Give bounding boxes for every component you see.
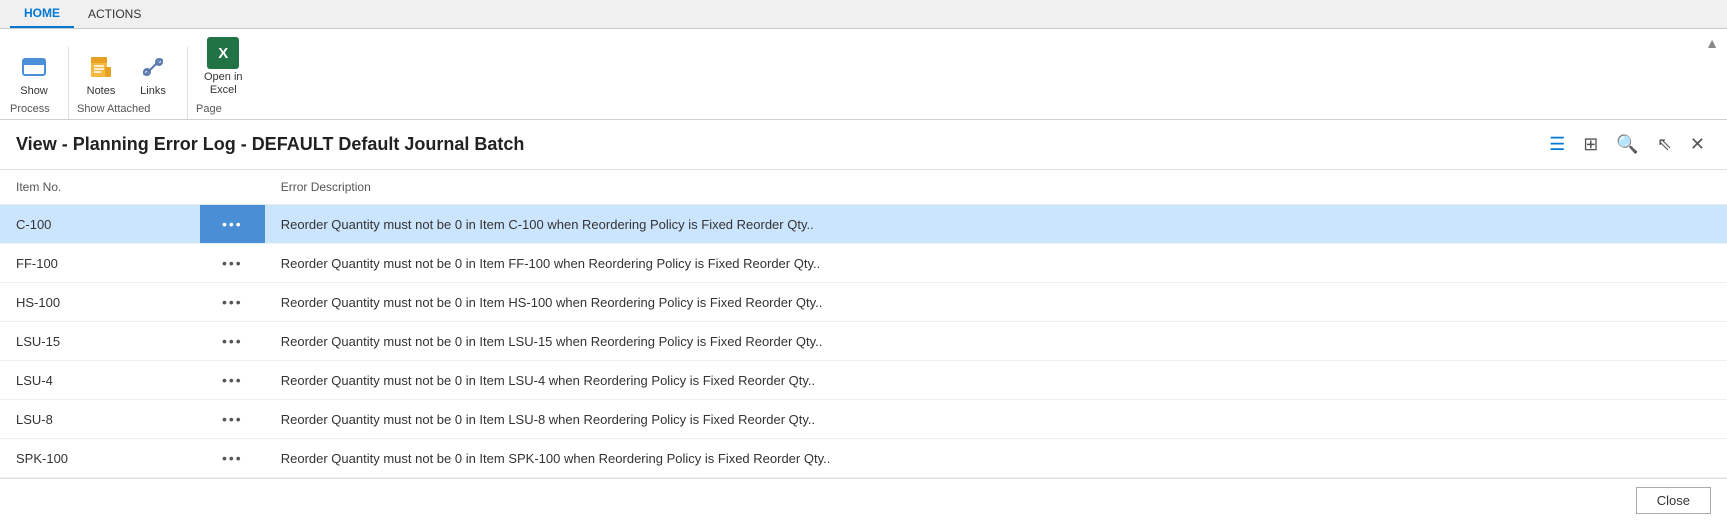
search-icon: 🔍 bbox=[1616, 134, 1638, 155]
page-title: View - Planning Error Log - DEFAULT Defa… bbox=[16, 134, 524, 155]
cell-actions[interactable]: ••• bbox=[200, 322, 265, 361]
cell-item-no: LSU-4 bbox=[0, 361, 200, 400]
cell-actions[interactable]: ••• bbox=[200, 205, 265, 244]
row-menu-button[interactable]: ••• bbox=[216, 448, 249, 468]
notes-label: Notes bbox=[87, 85, 116, 97]
cell-error-desc: Reorder Quantity must not be 0 in Item L… bbox=[265, 322, 1727, 361]
excel-icon: X bbox=[207, 37, 239, 69]
tab-home[interactable]: HOME bbox=[10, 0, 74, 28]
links-icon bbox=[137, 51, 169, 83]
row-menu-button[interactable]: ••• bbox=[216, 292, 249, 312]
row-menu-button[interactable]: ••• bbox=[216, 409, 249, 429]
close-button[interactable]: Close bbox=[1636, 487, 1711, 514]
cell-error-desc: Reorder Quantity must not be 0 in Item L… bbox=[265, 400, 1727, 439]
ribbon-group-page: X Open in Excel Page bbox=[196, 33, 261, 119]
row-menu-button[interactable]: ••• bbox=[216, 331, 249, 351]
cell-error-desc: Reorder Quantity must not be 0 in Item S… bbox=[265, 439, 1727, 478]
links-label: Links bbox=[140, 85, 166, 97]
show-icon bbox=[18, 51, 50, 83]
page-group-label: Page bbox=[196, 101, 222, 119]
footer: Close bbox=[0, 478, 1727, 522]
row-menu-button[interactable]: ••• bbox=[216, 253, 249, 273]
cell-actions[interactable]: ••• bbox=[200, 283, 265, 322]
cell-actions[interactable]: ••• bbox=[200, 244, 265, 283]
menu-bar: HOME ACTIONS bbox=[0, 0, 1727, 29]
header-tools: ☰ ⊞ 🔍 ⇖ ✕ bbox=[1543, 130, 1711, 159]
card-view-button[interactable]: ⊞ bbox=[1577, 130, 1604, 159]
notes-button[interactable]: Notes bbox=[77, 47, 125, 101]
cell-item-no: SPK-100 bbox=[0, 439, 200, 478]
cell-actions[interactable]: ••• bbox=[200, 439, 265, 478]
table-row[interactable]: FF-100 ••• Reorder Quantity must not be 0 … bbox=[0, 244, 1727, 283]
ribbon-group-show-attached: Notes Links Show Attached bbox=[77, 47, 188, 119]
table-row[interactable]: C-100 ••• Reorder Quantity must not be 0 i… bbox=[0, 205, 1727, 244]
cell-item-no: C-100 bbox=[0, 205, 200, 244]
table-row[interactable]: HS-100 ••• Reorder Quantity must not be 0 … bbox=[0, 283, 1727, 322]
close-window-button[interactable]: ✕ bbox=[1684, 130, 1711, 159]
process-group-label: Process bbox=[10, 101, 50, 119]
ribbon-group-process: Show Process bbox=[10, 47, 69, 119]
expand-icon: ⇖ bbox=[1657, 134, 1672, 155]
list-view-button[interactable]: ☰ bbox=[1543, 130, 1571, 159]
links-button[interactable]: Links bbox=[129, 47, 177, 101]
ribbon: Show Process Notes bbox=[0, 29, 1727, 120]
list-view-icon: ☰ bbox=[1549, 134, 1565, 155]
cell-actions[interactable]: ••• bbox=[200, 400, 265, 439]
notes-icon bbox=[85, 51, 117, 83]
row-menu-button[interactable]: ••• bbox=[216, 214, 249, 234]
column-header-item-no: Item No. bbox=[0, 170, 200, 205]
table-row[interactable]: SPK-100 ••• Reorder Quantity must not be 0… bbox=[0, 439, 1727, 478]
page-header: View - Planning Error Log - DEFAULT Defa… bbox=[0, 120, 1727, 170]
table-row[interactable]: LSU-15 ••• Reorder Quantity must not be 0 … bbox=[0, 322, 1727, 361]
cell-error-desc: Reorder Quantity must not be 0 in Item C… bbox=[265, 205, 1727, 244]
cell-error-desc: Reorder Quantity must not be 0 in Item L… bbox=[265, 361, 1727, 400]
open-excel-label: Open in Excel bbox=[204, 71, 243, 97]
show-attached-group-label: Show Attached bbox=[77, 101, 150, 119]
cell-actions[interactable]: ••• bbox=[200, 361, 265, 400]
tab-actions[interactable]: ACTIONS bbox=[74, 0, 155, 28]
planning-error-table: Item No. Error Description C-100 ••• Reord… bbox=[0, 170, 1727, 478]
open-excel-button[interactable]: X Open in Excel bbox=[196, 33, 251, 101]
cell-item-no: LSU-8 bbox=[0, 400, 200, 439]
show-label: Show bbox=[20, 85, 48, 97]
ribbon-collapse-button[interactable]: ▲ bbox=[1701, 33, 1723, 53]
show-button[interactable]: Show bbox=[10, 47, 58, 101]
column-header-error-desc: Error Description bbox=[265, 170, 1727, 205]
cell-item-no: HS-100 bbox=[0, 283, 200, 322]
cell-error-desc: Reorder Quantity must not be 0 in Item F… bbox=[265, 244, 1727, 283]
column-header-actions bbox=[200, 170, 265, 205]
table-row[interactable]: LSU-8 ••• Reorder Quantity must not be 0 i… bbox=[0, 400, 1727, 439]
close-window-icon: ✕ bbox=[1690, 134, 1705, 155]
cell-item-no: FF-100 bbox=[0, 244, 200, 283]
card-view-icon: ⊞ bbox=[1583, 134, 1598, 155]
cell-item-no: LSU-15 bbox=[0, 322, 200, 361]
main-content: Item No. Error Description C-100 ••• Reord… bbox=[0, 170, 1727, 478]
search-button[interactable]: 🔍 bbox=[1610, 130, 1644, 159]
row-menu-button[interactable]: ••• bbox=[216, 370, 249, 390]
cell-error-desc: Reorder Quantity must not be 0 in Item H… bbox=[265, 283, 1727, 322]
table-row[interactable]: LSU-4 ••• Reorder Quantity must not be 0 i… bbox=[0, 361, 1727, 400]
expand-button[interactable]: ⇖ bbox=[1651, 130, 1678, 159]
